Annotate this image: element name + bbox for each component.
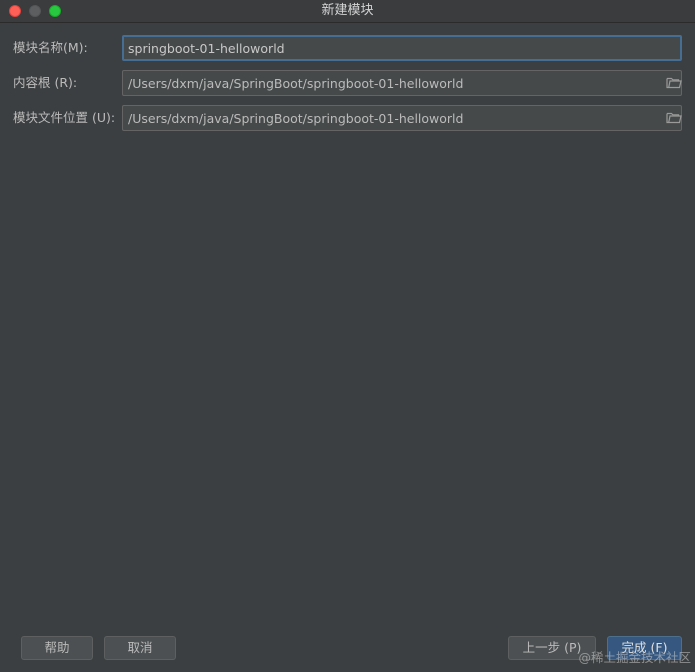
help-button[interactable]: 帮助 — [21, 636, 93, 660]
content-root-input[interactable] — [122, 70, 682, 96]
content-root-row: 内容根 (R): — [0, 70, 695, 96]
title-bar[interactable]: 新建模块 — [0, 0, 695, 23]
window-title: 新建模块 — [321, 3, 374, 18]
module-file-location-label: 模块文件位置 (U): — [13, 110, 116, 125]
new-module-dialog: 新建模块 模块名称(M): 内容根 (R): 模块文件位置 (U): 帮助 取消… — [0, 0, 695, 672]
module-name-input[interactable] — [122, 35, 682, 61]
content-root-label: 内容根 (R): — [13, 75, 78, 90]
cancel-button[interactable]: 取消 — [104, 636, 176, 660]
watermark: @稀土掘金技术社区 — [578, 650, 691, 665]
module-file-location-input[interactable] — [122, 105, 682, 131]
folder-icon[interactable] — [666, 76, 682, 89]
module-file-location-row: 模块文件位置 (U): — [0, 105, 695, 131]
module-name-label: 模块名称(M): — [13, 40, 88, 55]
folder-icon[interactable] — [666, 111, 682, 124]
module-name-row: 模块名称(M): — [0, 35, 695, 61]
